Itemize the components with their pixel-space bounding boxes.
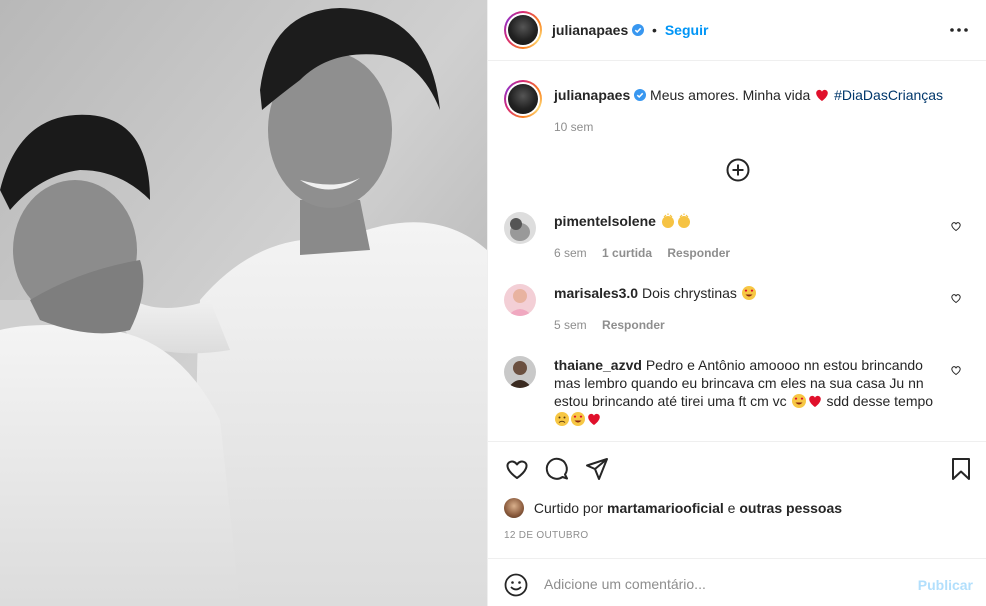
add-comment-bar: Publicar (488, 558, 986, 606)
verified-icon (634, 89, 647, 101)
separator-dot: • (652, 22, 657, 38)
reply-button[interactable]: Responder (602, 318, 665, 332)
like-comment-icon[interactable] (950, 364, 962, 376)
caption-text-block: julianapaes Meus amores. Minha vida #Dia… (554, 86, 974, 136)
comment-bubble-icon[interactable] (544, 456, 570, 482)
comment-username[interactable]: thaiane_azvd (554, 357, 642, 373)
like-heart-icon[interactable] (504, 456, 530, 482)
comment-meta: 6 sem 1 curtida Responder (554, 244, 946, 262)
more-options-icon[interactable] (949, 22, 969, 38)
author-avatar[interactable] (504, 11, 542, 49)
red-heart-icon (816, 89, 829, 101)
caption-avatar[interactable] (504, 80, 542, 118)
liked-by-line: Curtido por martamariooficial e outras p… (504, 498, 842, 518)
caption-username[interactable]: julianapaes (554, 87, 630, 103)
post-photo-image (0, 0, 487, 606)
clap-icon (677, 213, 690, 228)
post-date[interactable]: 12 DE OUTUBRO (504, 530, 588, 541)
post-header: julianapaes • Seguir (488, 0, 986, 61)
comment-avatar[interactable] (504, 356, 536, 388)
comment-text-after: sdd desse tempo (826, 393, 934, 409)
red-heart-icon (808, 395, 821, 407)
author-info: julianapaes • Seguir (552, 22, 708, 38)
red-heart-icon (588, 413, 600, 425)
liked-by-others[interactable]: outras pessoas (739, 500, 842, 516)
comment-likes[interactable]: 1 curtida (602, 246, 652, 260)
comment-input[interactable] (544, 572, 904, 596)
comment-meta: 5 sem Responder (554, 316, 946, 334)
liked-by-prefix: Curtido por (533, 500, 604, 516)
clap-icon (661, 213, 674, 228)
comment-avatar[interactable] (504, 212, 536, 244)
caption-time[interactable]: 10 sem (554, 118, 974, 136)
save-bookmark-icon[interactable] (948, 456, 974, 482)
comment-avatar[interactable] (504, 284, 536, 316)
follow-button[interactable]: Seguir (665, 22, 709, 38)
liked-by-connector: e (727, 500, 736, 516)
caption-text: Meus amores. Minha vida (650, 87, 811, 103)
like-comment-icon[interactable] (950, 220, 962, 232)
heart-eyes-icon (741, 286, 756, 300)
load-more-comments-icon[interactable] (726, 158, 750, 182)
heart-eyes-icon (571, 412, 585, 426)
like-comment-icon[interactable] (950, 292, 962, 304)
comment-time[interactable]: 6 sem (554, 246, 587, 260)
emoji-picker-icon[interactable] (504, 573, 528, 597)
post-actions: Curtido por martamariooficial e outras p… (488, 441, 986, 606)
comment-time[interactable]: 5 sem (554, 318, 587, 332)
heart-eyes-icon (791, 394, 806, 408)
comment-username[interactable]: pimentelsolene (554, 213, 656, 229)
caption-hashtag[interactable]: #DiaDasCrianças (834, 87, 943, 103)
verified-icon (632, 24, 645, 36)
post-side-panel: julianapaes • Seguir julianapaes Meus am… (487, 0, 986, 606)
liked-by-user[interactable]: martamariooficial (607, 500, 724, 516)
liker-avatar[interactable] (504, 498, 524, 518)
post-photo[interactable] (0, 0, 487, 606)
reply-button[interactable]: Responder (667, 246, 730, 260)
sad-face-icon (555, 412, 569, 426)
author-username[interactable]: julianapaes (552, 22, 628, 38)
comment-text: Dois chrystinas (641, 285, 737, 301)
publish-button[interactable]: Publicar (918, 577, 973, 593)
comment-username[interactable]: marisales3.0 (554, 285, 638, 301)
comment-body: marisales3.0 Dois chrystinas 5 sem Respo… (554, 284, 946, 334)
comment-body: thaiane_azvd Pedro e Antônio amoooo nn e… (554, 356, 946, 428)
comment-body: pimentelsolene 6 sem 1 curtida Responder (554, 212, 946, 262)
share-paper-plane-icon[interactable] (584, 456, 610, 482)
